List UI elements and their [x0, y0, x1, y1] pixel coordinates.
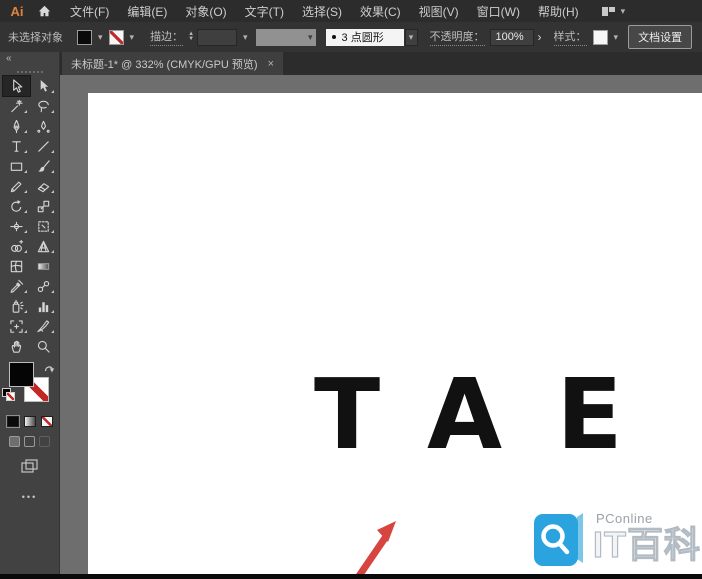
artboard[interactable]: TAE PConline IT百科 [88, 93, 702, 576]
default-fill-stroke-icon[interactable] [1, 388, 15, 401]
brush-name: 3 点圆形 [341, 32, 384, 44]
perspective-grid-tool[interactable] [30, 236, 57, 256]
menu-help[interactable]: 帮助(H) [529, 3, 588, 20]
mesh-tool[interactable] [3, 256, 30, 276]
menu-type[interactable]: 文字(T) [236, 3, 293, 20]
width-tool[interactable] [3, 216, 30, 236]
chevron-down-icon[interactable]: ▾ [614, 32, 619, 42]
slice-tool[interactable] [30, 316, 57, 336]
draw-behind-button[interactable] [24, 436, 35, 447]
tools-panel: « ••• [0, 52, 60, 574]
bottom-strip [0, 574, 702, 579]
ai-logo[interactable]: Ai [4, 4, 30, 19]
none-mode-button[interactable] [40, 416, 53, 427]
stroke-weight-stepper[interactable]: ▲ ▼ [188, 31, 194, 42]
scale-tool[interactable] [30, 196, 57, 216]
opacity-label[interactable]: 不透明度： [429, 28, 485, 46]
panel-grip[interactable] [16, 71, 43, 73]
gradient-mode-button[interactable] [23, 416, 36, 427]
selection-status: 未选择对象 [8, 32, 63, 44]
free-transform-tool[interactable] [30, 216, 57, 236]
eraser-tool[interactable] [30, 176, 57, 196]
draw-normal-button[interactable] [9, 436, 20, 447]
drawing-mode-buttons [9, 436, 50, 447]
symbol-sprayer-tool[interactable] [3, 296, 30, 316]
brush-preview-dot [331, 35, 336, 39]
paint-mode-buttons [5, 415, 53, 428]
artboard-tool[interactable] [3, 316, 30, 336]
lasso-tool[interactable] [30, 96, 57, 116]
rotate-tool[interactable] [3, 196, 30, 216]
draw-inside-button[interactable] [39, 436, 50, 447]
menu-object[interactable]: 对象(O) [176, 3, 235, 20]
stroke-color-swatch[interactable] [108, 29, 124, 45]
style-label[interactable]: 样式： [553, 28, 587, 46]
chevron-down-icon: ▾ [408, 31, 414, 42]
workspace-switcher-icon[interactable] [601, 6, 615, 16]
watermark-title: IT百科 [592, 524, 701, 565]
chevron-down-icon: ▾ [308, 31, 313, 42]
curvature-tool[interactable] [30, 116, 57, 136]
brush-definition-dropdown[interactable]: 3 点圆形 [325, 28, 404, 46]
gradient-tool[interactable] [30, 256, 57, 276]
paintbrush-tool[interactable] [30, 156, 57, 176]
red-annotation-arrow [356, 521, 396, 576]
collapse-panel-icon[interactable]: « [0, 52, 18, 66]
more-tools-icon[interactable]: ••• [22, 492, 37, 502]
home-icon[interactable] [38, 5, 51, 17]
pen-tool[interactable] [3, 116, 30, 136]
stroke-weight-label[interactable]: 描边： [150, 28, 184, 46]
stepper-down-icon[interactable]: ▼ [188, 36, 194, 42]
shaper-tool[interactable] [3, 176, 30, 196]
type-tool[interactable] [3, 136, 30, 156]
zoom-tool[interactable] [30, 336, 57, 356]
close-icon[interactable]: × [268, 58, 274, 70]
document-setup-button[interactable]: 文档设置 [628, 25, 693, 49]
shape-builder-tool[interactable] [3, 236, 30, 256]
chevron-down-icon[interactable]: ▾ [130, 32, 135, 42]
menu-effect[interactable]: 效果(C) [351, 3, 410, 20]
fill-swatch[interactable] [8, 362, 34, 387]
rectangle-tool[interactable] [3, 156, 30, 176]
style-swatch[interactable] [592, 29, 608, 45]
fill-stroke-cluster [1, 360, 58, 412]
opacity-flyout-icon[interactable]: › [538, 30, 542, 44]
color-mode-button[interactable] [5, 415, 20, 428]
menu-select[interactable]: 选择(S) [293, 3, 351, 20]
eyedropper-tool[interactable] [3, 276, 30, 296]
change-screen-mode-icon[interactable] [21, 459, 38, 478]
document-tab[interactable]: 未标题-1* @ 332% (CMYK/GPU 预览) × [62, 52, 284, 75]
chevron-down-icon[interactable]: ▾ [243, 32, 248, 42]
watermark: PConline IT百科 [534, 511, 701, 567]
chevron-down-icon[interactable]: ▾ [621, 6, 626, 16]
menu-window[interactable]: 窗口(W) [468, 3, 529, 20]
canvas-text[interactable]: TAE [314, 366, 677, 463]
menu-view[interactable]: 视图(V) [410, 3, 468, 20]
chevron-down-icon[interactable]: ▾ [98, 32, 103, 42]
hand-tool[interactable] [3, 336, 30, 356]
selection-tool[interactable] [1, 75, 31, 97]
swap-fill-stroke-icon[interactable] [44, 360, 55, 378]
menu-edit[interactable]: 编辑(E) [118, 3, 176, 20]
pconline-logo-icon [534, 513, 583, 566]
fill-color-swatch[interactable] [77, 29, 92, 45]
menu-file[interactable]: 文件(F) [61, 3, 118, 20]
direct-selection-tool[interactable] [30, 76, 57, 96]
blend-tool[interactable] [30, 276, 57, 296]
line-segment-tool[interactable] [30, 136, 57, 156]
magic-wand-tool[interactable] [3, 96, 30, 116]
watermark-text: PConline IT百科 [592, 511, 701, 565]
brush-dropdown-arrow[interactable]: ▾ [404, 28, 418, 46]
document-tab-title: 未标题-1* @ 332% (CMYK/GPU 预览) [71, 58, 258, 71]
menu-bar: Ai 文件(F) 编辑(E) 对象(O) 文字(T) 选择(S) 效果(C) 视… [0, 0, 702, 22]
opacity-input[interactable]: 100% [489, 28, 534, 46]
stroke-weight-input[interactable] [197, 28, 238, 46]
control-bar: 未选择对象 ▾ ▾ 描边： ▲ ▼ ▾ ▾ 3 点圆形 ▾ 不透明度： 100%… [0, 22, 702, 53]
document-tab-bar: 未标题-1* @ 332% (CMYK/GPU 预览) × [0, 52, 702, 75]
illustrator-window: Ai 文件(F) 编辑(E) 对象(O) 文字(T) 选择(S) 效果(C) 视… [0, 0, 702, 579]
column-graph-tool[interactable] [30, 296, 57, 316]
variable-width-profile-dropdown[interactable]: ▾ [255, 28, 316, 46]
tools-grid [1, 75, 57, 356]
